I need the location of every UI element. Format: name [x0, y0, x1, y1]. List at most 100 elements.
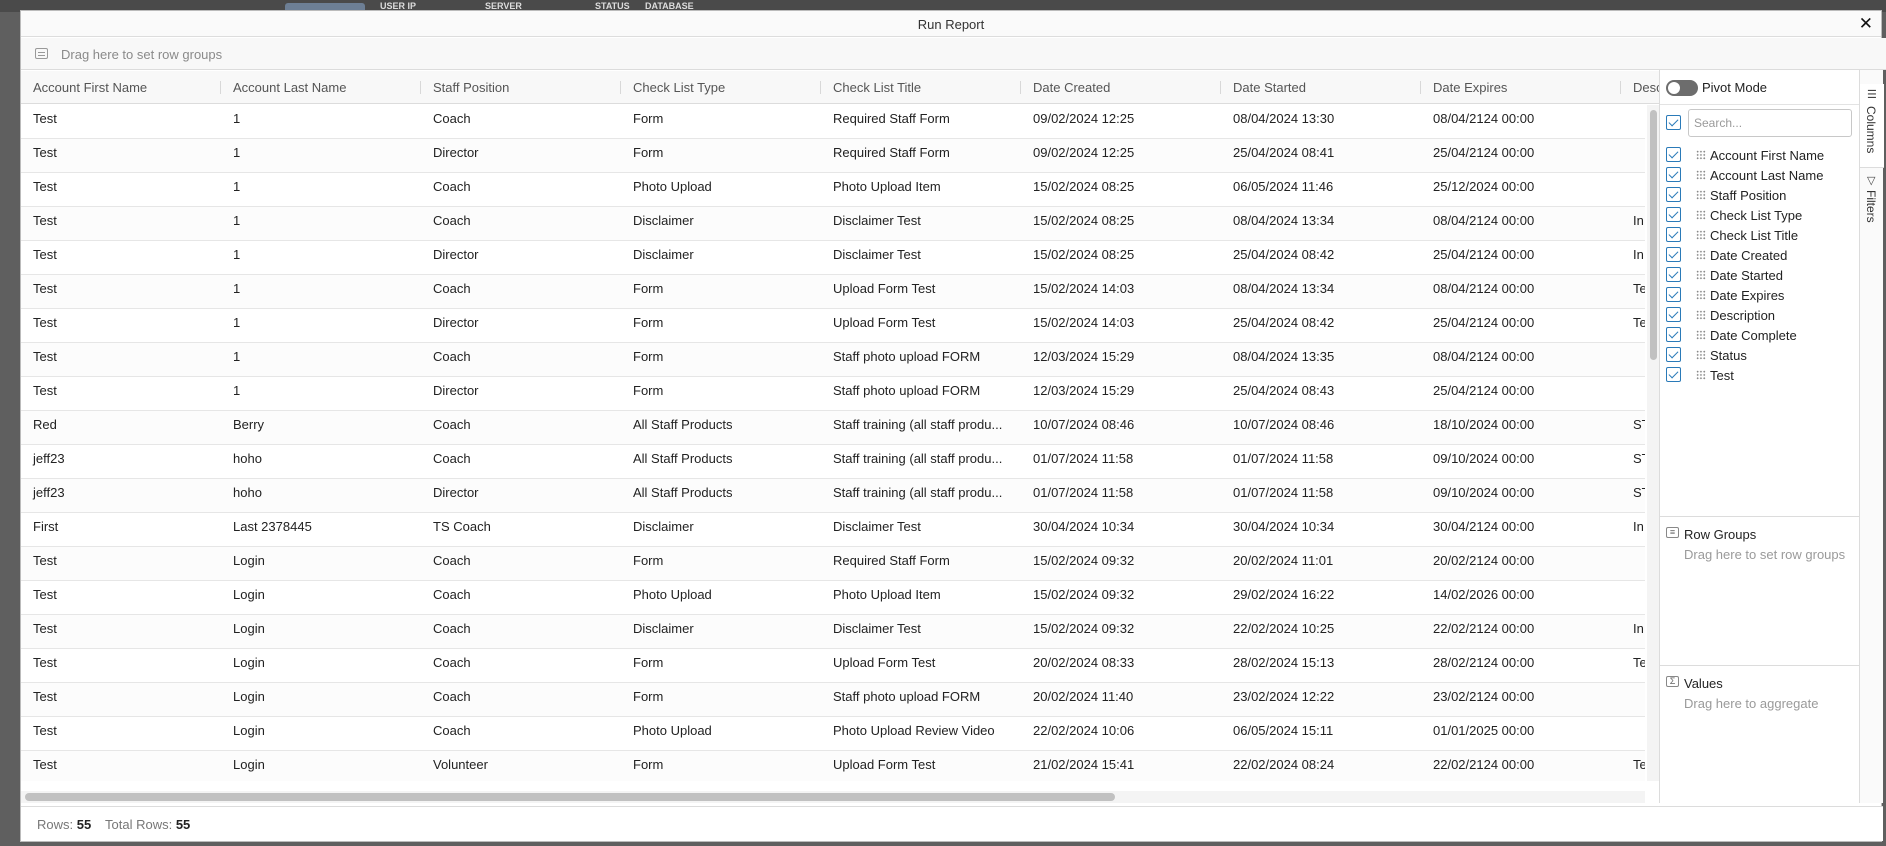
table-cell: Test — [33, 315, 57, 330]
column-list-item[interactable]: Date Complete — [1660, 325, 1860, 345]
table-cell: Form — [633, 281, 664, 296]
column-list-item[interactable]: Date Created — [1660, 245, 1860, 265]
table-cell: Test — [33, 111, 57, 126]
column-header[interactable]: Check List Type — [621, 71, 821, 104]
drag-handle-icon[interactable] — [1696, 230, 1706, 240]
table-row[interactable]: Test 1 Director Form Upload Form Test 15/02/2… — [21, 309, 1645, 343]
drag-handle-icon[interactable] — [1696, 330, 1706, 340]
column-checkbox[interactable] — [1666, 167, 1681, 182]
table-cell: Coach — [433, 621, 471, 636]
table-cell — [1621, 343, 1645, 377]
column-checkbox[interactable] — [1666, 327, 1681, 342]
drag-handle-icon[interactable] — [1696, 370, 1706, 380]
column-checkbox[interactable] — [1666, 367, 1681, 382]
table-row[interactable]: Test 1 Coach Disclaimer Disclaimer Test 15/02… — [21, 207, 1645, 241]
column-list-item[interactable]: Status — [1660, 345, 1860, 365]
table-row[interactable]: Test Login Coach Form Upload Form Test 20/02/… — [21, 649, 1645, 683]
table-row[interactable]: Test 1 Coach Form Required Staff Form 09/02/2… — [21, 105, 1645, 139]
table-row[interactable]: jeff23 hoho Coach All Staff Products Staff t… — [21, 445, 1645, 479]
column-header[interactable]: Account First Name — [21, 71, 221, 104]
column-list-label: Account First Name — [1710, 148, 1825, 163]
table-cell: Upload Form Test — [833, 757, 936, 772]
values-panel[interactable]: Σ Values Drag here to aggregate — [1660, 667, 1860, 803]
table-row[interactable]: Red Berry Coach All Staff Products Staff tra… — [21, 411, 1645, 445]
column-list-item[interactable]: Account Last Name — [1660, 165, 1860, 185]
table-row[interactable]: jeff23 hoho Director All Staff Products Staf… — [21, 479, 1645, 513]
column-checkbox[interactable] — [1666, 187, 1681, 202]
tab-columns[interactable]: ☰ Columns — [1860, 84, 1884, 168]
column-header[interactable]: Date Created — [1021, 71, 1221, 104]
column-list-item[interactable]: Check List Title — [1660, 225, 1860, 245]
table-cell: jeff23 — [33, 485, 65, 500]
table-row[interactable]: Test 1 Coach Form Upload Form Test 15/02/2024… — [21, 275, 1645, 309]
column-header[interactable]: Account Last Name — [221, 71, 421, 104]
column-checkbox[interactable] — [1666, 247, 1681, 262]
table-cell: Photo Upload Item — [833, 587, 941, 602]
row-groups-panel[interactable]: ≡ Row Groups Drag here to set row groups — [1660, 518, 1860, 666]
table-row[interactable]: Test Login Coach Disclaimer Disclaimer Test 1… — [21, 615, 1645, 649]
column-list-item[interactable]: Account First Name — [1660, 145, 1860, 165]
vertical-scrollbar[interactable] — [1647, 105, 1659, 781]
select-all-checkbox[interactable] — [1666, 115, 1681, 130]
row-group-drop-zone[interactable]: Drag here to set row groups — [21, 38, 1886, 70]
column-checkbox[interactable] — [1666, 267, 1681, 282]
column-search-input[interactable] — [1688, 109, 1852, 137]
column-list-item[interactable]: Staff Position — [1660, 185, 1860, 205]
column-checkbox[interactable] — [1666, 347, 1681, 362]
table-row[interactable]: Test 1 Coach Photo Upload Photo Upload Item 1… — [21, 173, 1645, 207]
column-list-item[interactable]: Date Expires — [1660, 285, 1860, 305]
column-header[interactable]: Date Started — [1221, 71, 1421, 104]
column-checkbox[interactable] — [1666, 207, 1681, 222]
drag-handle-icon[interactable] — [1696, 150, 1706, 160]
drag-handle-icon[interactable] — [1696, 210, 1706, 220]
column-list-item[interactable]: Test — [1660, 365, 1860, 385]
column-header[interactable]: Check List Title — [821, 71, 1021, 104]
table-row[interactable]: Test 1 Director Disclaimer Disclaimer Test 15… — [21, 241, 1645, 275]
table-row[interactable]: Test 1 Director Form Staff photo upload FORM… — [21, 377, 1645, 411]
table-row[interactable]: First Last 2378445 TS Coach Disclaimer Discl… — [21, 513, 1645, 547]
column-list-label: Date Created — [1710, 248, 1788, 263]
column-list-item[interactable]: Check List Type — [1660, 205, 1860, 225]
table-cell: Test — [33, 553, 57, 568]
column-header[interactable]: Date Expires — [1421, 71, 1621, 104]
table-cell: 08/04/2124 00:00 — [1433, 349, 1535, 364]
drag-handle-icon[interactable] — [1696, 270, 1706, 280]
table-row[interactable]: Test Login Coach Form Required Staff Form 15/… — [21, 547, 1645, 581]
drag-handle-icon[interactable] — [1696, 290, 1706, 300]
table-row[interactable]: Test 1 Coach Form Staff photo upload FORM 12/… — [21, 343, 1645, 377]
tab-filters[interactable]: ▽ Filters — [1860, 170, 1884, 240]
horizontal-scrollbar[interactable] — [21, 791, 1645, 803]
table-row[interactable]: Test Login Coach Photo Upload Photo Upload I… — [21, 581, 1645, 615]
drag-handle-icon[interactable] — [1696, 310, 1706, 320]
table-row[interactable]: Test Login Coach Photo Upload Photo Upload R… — [21, 717, 1645, 751]
table-cell: 21/02/2024 15:41 — [1033, 757, 1135, 772]
column-list-item[interactable]: Description — [1660, 305, 1860, 325]
column-checkbox[interactable] — [1666, 307, 1681, 322]
table-row[interactable]: Test Login Volunteer Form Upload Form Test 21… — [21, 751, 1645, 781]
column-header[interactable]: Description — [1621, 71, 1659, 104]
table-cell: Coach — [433, 111, 471, 126]
column-header[interactable]: Staff Position — [421, 71, 621, 104]
table-row[interactable]: Test Login Coach Form Staff photo upload FOR… — [21, 683, 1645, 717]
drag-handle-icon[interactable] — [1696, 190, 1706, 200]
column-checkbox[interactable] — [1666, 147, 1681, 162]
table-cell: Test — [33, 757, 57, 772]
table-row[interactable]: Test 1 Director Form Required Staff Form 09/0… — [21, 139, 1645, 173]
drag-handle-icon[interactable] — [1696, 170, 1706, 180]
table-cell: Form — [633, 315, 664, 330]
column-checkbox[interactable] — [1666, 287, 1681, 302]
drag-handle-icon[interactable] — [1696, 250, 1706, 260]
column-checkbox[interactable] — [1666, 227, 1681, 242]
pivot-mode-toggle[interactable] — [1666, 80, 1698, 96]
table-cell: 01/07/2024 11:58 — [1233, 451, 1334, 466]
drag-handle-icon[interactable] — [1696, 350, 1706, 360]
vertical-scroll-thumb[interactable] — [1650, 110, 1657, 360]
total-rows-count: Total Rows: 55 — [105, 817, 191, 832]
close-icon[interactable]: ✕ — [1859, 14, 1873, 34]
columns-icon: ☰ — [1867, 89, 1877, 101]
table-cell: 28/02/2024 15:13 — [1233, 655, 1335, 670]
column-list-item[interactable]: Date Started — [1660, 265, 1860, 285]
horizontal-scroll-thumb[interactable] — [25, 793, 1115, 801]
table-cell: 25/04/2024 08:42 — [1233, 247, 1335, 262]
table-cell: Red — [33, 417, 57, 432]
